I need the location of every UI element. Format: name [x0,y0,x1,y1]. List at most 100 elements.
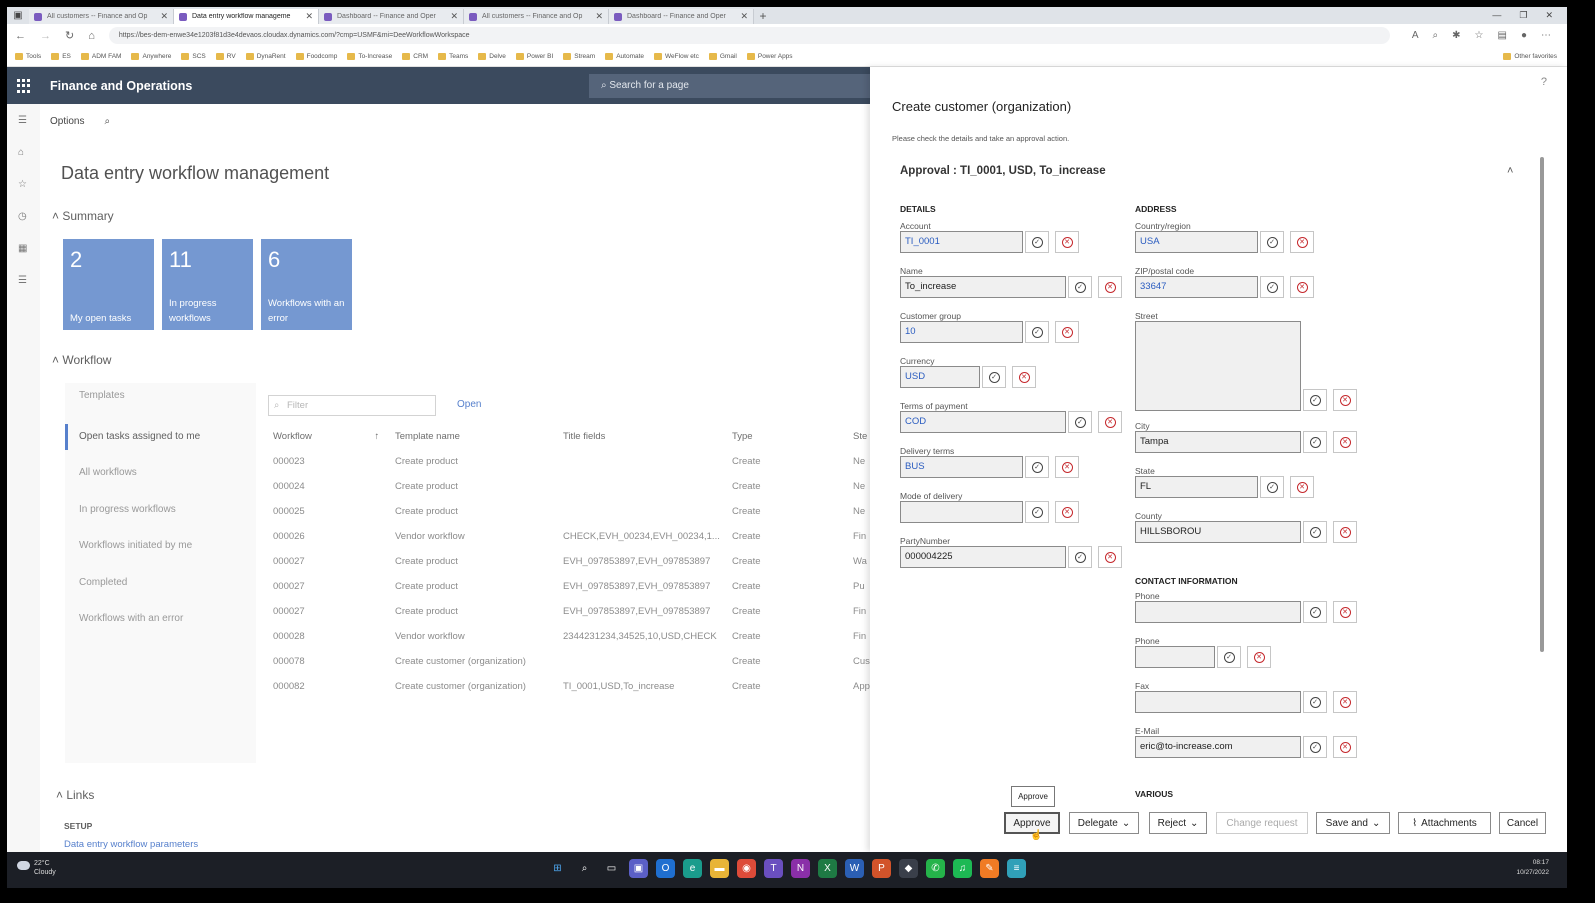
favorite-item[interactable]: Teams [438,53,468,60]
close-tab-icon[interactable]: ✕ [160,11,168,22]
reject-field-button[interactable]: ✕ [1247,646,1271,668]
favorite-item[interactable]: ES [51,53,71,60]
browser-tab[interactable]: All customers -- Finance and Op ✕ [29,9,174,24]
app-title[interactable]: Finance and Operations [50,79,192,93]
favorite-item[interactable]: DynaRent [245,53,286,60]
attachments-button[interactable]: ⌇ Attachments [1398,812,1491,834]
favorite-item[interactable]: Delve [478,53,506,60]
nav-in-progress[interactable]: In progress workflows [79,504,176,515]
delegate-button[interactable]: Delegate ⌄ [1069,812,1139,834]
reject-field-button[interactable]: ✕ [1012,366,1036,388]
accept-field-button[interactable]: ✓ [1303,736,1327,758]
field-input[interactable] [1135,321,1301,411]
search-input[interactable]: ⌕ Search for a page [589,74,870,98]
change-request-button[interactable]: Change request [1216,812,1308,834]
accept-field-button[interactable]: ✓ [1303,389,1327,411]
favorite-item[interactable]: Gmail [708,53,737,60]
close-tab-icon[interactable]: ✕ [305,11,313,22]
parameters-link[interactable]: Data entry workflow parameters [64,839,198,850]
field-input[interactable]: HILLSBOROU [1135,521,1301,543]
reject-field-button[interactable]: ✕ [1333,601,1357,623]
field-input[interactable] [1135,601,1301,623]
modules-icon[interactable]: ☰ [18,276,30,286]
field-input[interactable]: To_increase [900,276,1066,298]
close-tab-icon[interactable]: ✕ [450,11,458,22]
windows-start-icon[interactable]: ⊞ [548,859,567,878]
accept-field-button[interactable]: ✓ [982,366,1006,388]
forward-icon[interactable]: → [40,30,51,42]
approval-header[interactable]: Approval : TI_0001, USD, To_increase [900,165,1106,177]
favorites-icon[interactable]: ☆ [18,180,30,190]
field-input[interactable]: BUS [900,456,1023,478]
powerpoint-icon[interactable]: P [872,859,891,878]
notepad-icon[interactable]: ≡ [1007,859,1026,878]
reject-field-button[interactable]: ✕ [1333,736,1357,758]
reject-field-button[interactable]: ✕ [1098,546,1122,568]
nav-completed[interactable]: Completed [79,577,127,588]
reject-field-button[interactable]: ✕ [1098,276,1122,298]
accept-field-button[interactable]: ✓ [1260,276,1284,298]
paint-icon[interactable]: ✎ [980,859,999,878]
field-input[interactable]: USA [1135,231,1258,253]
reject-field-button[interactable]: ✕ [1098,411,1122,433]
accept-field-button[interactable]: ✓ [1068,546,1092,568]
close-tab-icon[interactable]: ✕ [595,11,603,22]
home-icon[interactable]: ⌂ [88,30,95,42]
onenote-icon[interactable]: N [791,859,810,878]
browser-tab[interactable]: All customers -- Finance and Op ✕ [464,9,609,24]
file-explorer-icon[interactable]: ▬ [710,859,729,878]
reject-field-button[interactable]: ✕ [1333,521,1357,543]
system-clock[interactable]: 08:17 10/27/2022 [1516,858,1549,878]
reject-field-button[interactable]: ✕ [1055,501,1079,523]
back-icon[interactable]: ← [15,30,26,42]
spotify-icon[interactable]: ♫ [953,859,972,878]
new-tab-button[interactable]: + [754,9,772,23]
links-section-header[interactable]: ˄ Links [56,788,94,802]
field-input[interactable] [1135,646,1215,668]
excel-icon[interactable]: X [818,859,837,878]
field-input[interactable]: COD [900,411,1066,433]
accept-field-button[interactable]: ✓ [1303,521,1327,543]
close-window-icon[interactable]: ✕ [1545,10,1553,21]
zoom-icon[interactable]: ⌕ [1433,30,1439,41]
field-input[interactable] [1135,691,1301,713]
accept-field-button[interactable]: ✓ [1303,691,1327,713]
nav-open-tasks[interactable]: Open tasks assigned to me [79,431,200,442]
filter-input[interactable]: ⌕ Filter [268,395,436,416]
reject-field-button[interactable]: ✕ [1333,691,1357,713]
accept-field-button[interactable]: ✓ [1217,646,1241,668]
cancel-button[interactable]: Cancel [1499,812,1546,834]
action-search-icon[interactable]: ⌕ [104,116,110,127]
edge-icon[interactable]: e [683,859,702,878]
teams-icon[interactable]: T [764,859,783,878]
browser-tab-active[interactable]: Data entry workflow manageme ✕ [174,9,319,24]
field-input[interactable] [900,501,1023,523]
reject-field-button[interactable]: ✕ [1055,231,1079,253]
profile-icon[interactable]: ● [1521,30,1527,41]
reject-field-button[interactable]: ✕ [1290,231,1314,253]
url-field[interactable]: https://bes-dem-enwe34e1203f81d3e4devaos… [108,27,1390,44]
chevron-up-icon[interactable]: ˄ [1507,165,1513,177]
save-and-button[interactable]: Save and ⌄ [1316,812,1390,834]
favorite-item[interactable]: CRM [402,53,428,60]
templates-label[interactable]: Templates [79,390,125,401]
field-input[interactable]: USD [900,366,980,388]
favorite-item[interactable]: Foodcomp [295,53,337,60]
reject-field-button[interactable]: ✕ [1333,431,1357,453]
weather-widget[interactable]: 22°C Cloudy [17,859,56,877]
favorite-item[interactable]: ADM FAM [80,53,121,60]
word-icon[interactable]: W [845,859,864,878]
col-workflow[interactable]: Workflow ↑ [273,431,379,442]
favorites-star-icon[interactable]: ☆ [1475,30,1484,41]
home-icon[interactable]: ⌂ [18,148,30,158]
extensions-icon[interactable]: ✱ [1452,30,1460,41]
app-icon[interactable]: ◆ [899,859,918,878]
favorite-item[interactable]: Anywhere [131,53,171,60]
search-icon[interactable]: ⌕ [575,859,594,878]
minimize-icon[interactable]: — [1492,10,1501,21]
accept-field-button[interactable]: ✓ [1260,231,1284,253]
reject-field-button[interactable]: ✕ [1333,389,1357,411]
refresh-icon[interactable]: ↻ [65,29,74,42]
collections-icon[interactable]: ▤ [1498,30,1507,41]
reject-button[interactable]: Reject ⌄ [1149,812,1207,834]
